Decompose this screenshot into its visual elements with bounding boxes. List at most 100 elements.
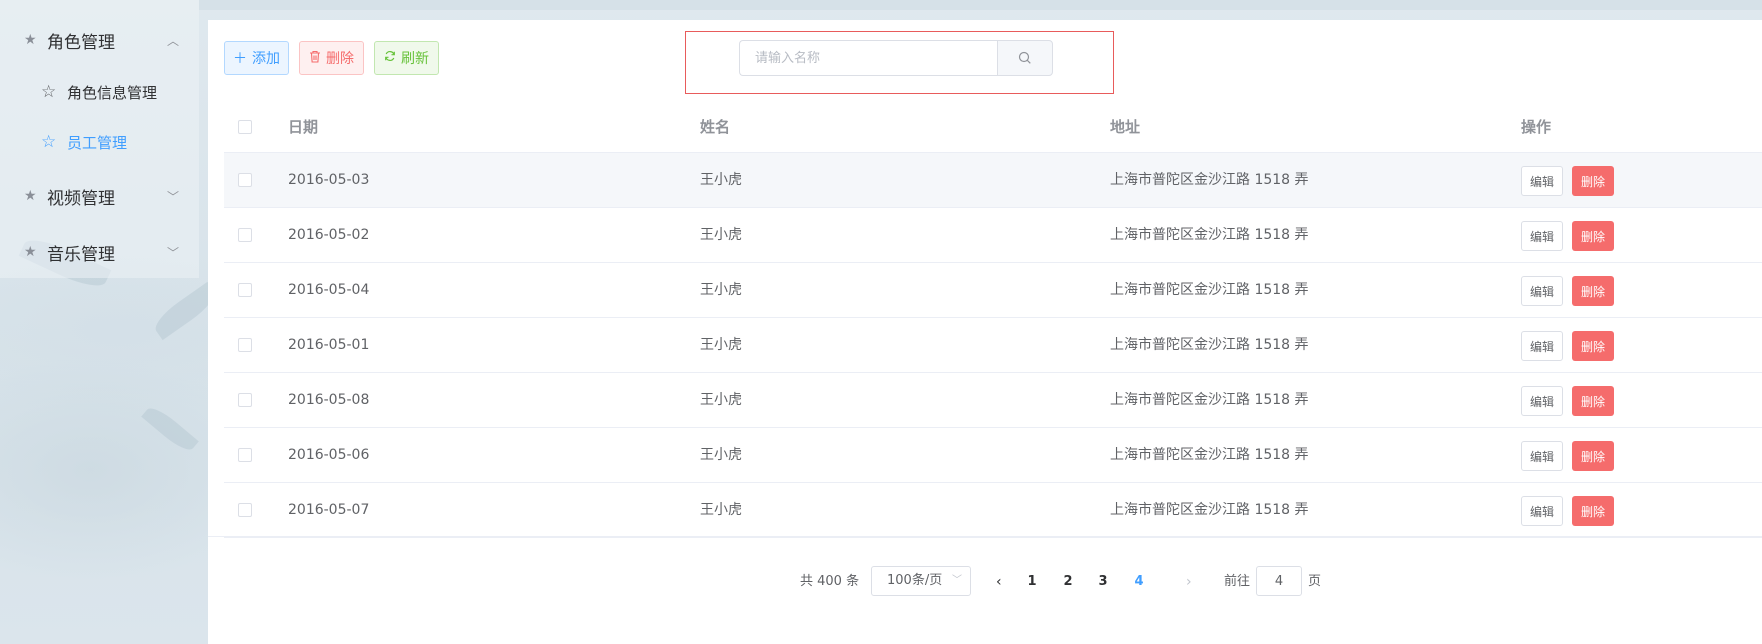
star-filled-icon: ★	[24, 244, 37, 260]
cell-address: 上海市普陀区金沙江路 1518 弄	[1110, 172, 1309, 188]
edit-button[interactable]: 编辑	[1521, 386, 1563, 416]
menu-group-label: 音乐管理	[47, 244, 115, 265]
star-outline-icon: ☆	[41, 82, 57, 102]
row-checkbox[interactable]	[238, 173, 252, 187]
search-icon	[1018, 51, 1031, 64]
column-header-address: 地址	[1110, 118, 1141, 136]
cell-address: 上海市普陀区金沙江路 1518 弄	[1110, 447, 1309, 463]
page-button-1[interactable]: 1	[1022, 568, 1042, 596]
cell-date: 2016-05-07	[288, 502, 370, 518]
plus-icon: ＋	[233, 51, 247, 67]
table-row: 2016-05-08 王小虎 上海市普陀区金沙江路 1518 弄 编辑 删除	[224, 373, 1762, 428]
cell-date: 2016-05-03	[288, 172, 370, 188]
goto-prefix: 前往	[1224, 574, 1251, 589]
cell-name: 王小虎	[700, 447, 742, 463]
row-delete-button[interactable]: 删除	[1572, 276, 1614, 306]
sidebar-menu: ★ 角色管理 ︿ ☆ 角色信息管理 ☆ 员工管理 ★ 视频管理 ﹀ ★ 音乐管理…	[0, 0, 199, 278]
table-row: 2016-05-01 王小虎 上海市普陀区金沙江路 1518 弄 编辑 删除	[224, 318, 1762, 373]
edit-button[interactable]: 编辑	[1521, 331, 1563, 361]
cell-name: 王小虎	[700, 502, 742, 518]
search-input[interactable]	[739, 40, 997, 76]
cell-date: 2016-05-06	[288, 447, 370, 463]
add-button-label: 添加	[252, 51, 280, 67]
cell-address: 上海市普陀区金沙江路 1518 弄	[1110, 392, 1309, 408]
menu-group-music-management[interactable]: ★ 音乐管理 ﹀	[0, 224, 199, 280]
column-header-actions: 操作	[1521, 118, 1552, 136]
page-button-4[interactable]: 4	[1129, 568, 1149, 596]
row-delete-button[interactable]: 删除	[1572, 386, 1614, 416]
cell-address: 上海市普陀区金沙江路 1518 弄	[1110, 227, 1309, 243]
submenu-item-role-info[interactable]: ☆ 角色信息管理	[0, 67, 199, 117]
row-checkbox[interactable]	[238, 393, 252, 407]
cell-address: 上海市普陀区金沙江路 1518 弄	[1110, 502, 1309, 518]
row-delete-button[interactable]: 删除	[1572, 166, 1614, 196]
next-page-button[interactable]: ›	[1186, 568, 1192, 596]
row-delete-button[interactable]: 删除	[1572, 331, 1614, 361]
select-all-checkbox[interactable]	[238, 120, 252, 134]
table-row: 2016-05-02 王小虎 上海市普陀区金沙江路 1518 弄 编辑 删除	[224, 208, 1762, 263]
refresh-button-label: 刷新	[401, 51, 429, 67]
cell-name: 王小虎	[700, 337, 742, 353]
cell-name: 王小虎	[700, 172, 742, 188]
star-filled-icon: ★	[24, 32, 37, 48]
page-size-value: 100条/页	[887, 573, 943, 588]
row-delete-button[interactable]: 删除	[1572, 221, 1614, 251]
cell-date: 2016-05-08	[288, 392, 370, 408]
cell-address: 上海市普陀区金沙江路 1518 弄	[1110, 282, 1309, 298]
cell-name: 王小虎	[700, 227, 742, 243]
menu-group-label: 角色管理	[47, 32, 115, 53]
row-checkbox[interactable]	[238, 338, 252, 352]
table-row: 2016-05-04 王小虎 上海市普陀区金沙江路 1518 弄 编辑 删除	[224, 263, 1762, 318]
column-header-name: 姓名	[700, 118, 731, 136]
page-button-3[interactable]: 3	[1093, 568, 1113, 596]
chevron-down-icon: ﹀	[167, 189, 180, 204]
cell-date: 2016-05-02	[288, 227, 370, 243]
row-checkbox[interactable]	[238, 283, 252, 297]
refresh-button[interactable]: 刷新	[374, 41, 439, 75]
menu-group-video-management[interactable]: ★ 视频管理 ﹀	[0, 168, 199, 224]
row-checkbox[interactable]	[238, 228, 252, 242]
page-button-2[interactable]: 2	[1058, 568, 1078, 596]
table-row: 2016-05-07 王小虎 上海市普陀区金沙江路 1518 弄 编辑 删除	[224, 483, 1762, 538]
top-strip	[199, 0, 1762, 10]
menu-group-role-management[interactable]: ★ 角色管理 ︿	[0, 12, 199, 68]
edit-button[interactable]: 编辑	[1521, 496, 1563, 526]
menu-group-label: 视频管理	[47, 188, 115, 209]
refresh-icon	[384, 50, 396, 66]
table-header: 日期 姓名 地址 操作	[224, 101, 1762, 153]
submenu-item-label: 角色信息管理	[67, 83, 158, 102]
delete-button[interactable]: 删除	[299, 41, 364, 75]
prev-page-button[interactable]: ‹	[996, 568, 1002, 596]
row-delete-button[interactable]: 删除	[1572, 441, 1614, 471]
edit-button[interactable]: 编辑	[1521, 166, 1563, 196]
cell-date: 2016-05-01	[288, 337, 370, 353]
cell-address: 上海市普陀区金沙江路 1518 弄	[1110, 337, 1309, 353]
star-filled-icon: ★	[24, 188, 37, 204]
page-size-select[interactable]: 100条/页 ﹀	[871, 566, 971, 596]
edit-button[interactable]: 编辑	[1521, 276, 1563, 306]
cell-name: 王小虎	[700, 392, 742, 408]
data-table: 日期 姓名 地址 操作 2016-05-03 王小虎 上海市普陀区金沙江路 15…	[224, 101, 1762, 538]
pagination-total: 共 400 条	[800, 574, 860, 589]
search-button[interactable]	[997, 40, 1053, 76]
goto-page-input[interactable]	[1256, 566, 1302, 596]
background-leaf	[141, 402, 199, 456]
submenu-item-employee[interactable]: ☆ 员工管理	[0, 117, 199, 167]
row-delete-button[interactable]: 删除	[1572, 496, 1614, 526]
row-checkbox[interactable]	[238, 503, 252, 517]
edit-button[interactable]: 编辑	[1521, 441, 1563, 471]
trash-icon	[309, 50, 321, 67]
star-outline-icon: ☆	[41, 132, 57, 152]
chevron-down-icon: ﹀	[952, 575, 962, 586]
main-panel: ＋ 添加 删除 刷新 日期 姓名 地址 操作 2016-05-03 王小虎 上海…	[208, 20, 1762, 644]
submenu-item-label: 员工管理	[67, 133, 128, 152]
table-bottom-divider	[208, 536, 1762, 537]
goto-suffix: 页	[1308, 574, 1322, 589]
cell-name: 王小虎	[700, 282, 742, 298]
cell-date: 2016-05-04	[288, 282, 370, 298]
add-button[interactable]: ＋ 添加	[224, 41, 289, 75]
edit-button[interactable]: 编辑	[1521, 221, 1563, 251]
delete-button-label: 删除	[326, 51, 354, 67]
column-header-date: 日期	[288, 118, 319, 136]
row-checkbox[interactable]	[238, 448, 252, 462]
